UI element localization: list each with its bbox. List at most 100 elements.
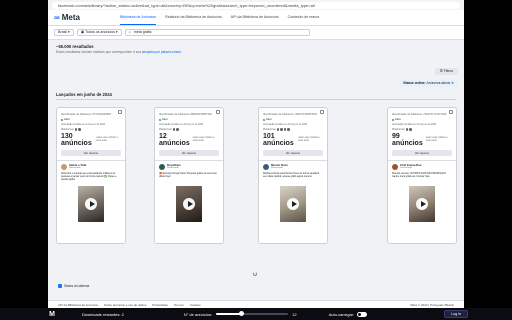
ads-count-slider[interactable] [216,311,289,316]
platforms: Plataformas [61,128,121,131]
status-chip[interactable]: Status online: Anúncios ativos ✕ [399,80,458,87]
facebook-icon [172,128,176,131]
ad-card[interactable]: Identificação da biblioteca: 74903719358… [258,107,328,244]
sponsored-label: Patrocinado [271,167,283,170]
instagram-icon [78,128,81,131]
footer-link-cookies[interactable]: Cookies [190,303,201,307]
start-date: Veiculação iniciada em 19 de jun de 2024 [263,123,308,126]
platforms-label: Plataformas [263,128,276,131]
ads-count-note: usam esse criativo e esse texto [192,136,215,142]
system-status[interactable]: Status do sistema [58,284,89,288]
advertiser-avatar[interactable] [159,164,165,170]
footer-link-about-ads[interactable]: Sobre anúncios e uso de dados [104,303,146,307]
filters-button[interactable]: ☰ Filtros [434,68,458,75]
ad-card[interactable]: Identificação da biblioteca: 97479346489… [56,107,126,244]
card-checkbox[interactable] [449,110,453,114]
results-summary: ~50.000 resultados Esses resultados incl… [48,40,464,58]
advertiser-avatar[interactable] [61,164,67,170]
country-select[interactable]: Brasil ▾ [54,29,74,36]
play-icon[interactable] [416,198,428,210]
ad-video[interactable] [280,186,306,222]
ads-count-number: 12 anúncios [159,133,190,147]
ad-status: Ativo [263,118,323,121]
ads-count-number: 101 anúncios [263,133,294,147]
country-value: Brasil [58,30,67,34]
nav-ad-library-api[interactable]: API da Biblioteca de Anúncios [231,10,279,25]
active-dot-icon [263,118,265,121]
footer-link-privacy[interactable]: Privacidade [152,303,168,307]
instagram-icon [280,128,283,131]
filters-label: Filtros [443,69,453,73]
close-icon[interactable]: ✕ [451,81,454,85]
footer: API da Biblioteca de Anúncios Sobre anún… [48,300,464,308]
status-text: Ativo [64,118,70,121]
platforms-label: Plataformas [392,128,405,131]
ads-count-control: N° de anúncios: 12 [184,311,297,317]
nav-ad-library[interactable]: Biblioteca de Anúncios [119,10,157,25]
footer-link-terms[interactable]: Termos [174,303,184,307]
platforms: Plataformas [263,128,323,131]
ad-card[interactable]: Identificação da biblioteca: 85802815885… [154,107,224,244]
nav-ad-library-report[interactable]: Relatório da Biblioteca de Anúncios [165,10,222,25]
card-checkbox[interactable] [118,110,122,114]
ads-count-note: usam esse criativo e esse texto [96,136,118,142]
advertiser[interactable]: RoyalCare Patrocinado [159,164,219,170]
ads-count: 12 anúncios usam esse criativo e esse tex… [159,133,219,147]
logo-text: Meta [61,13,80,22]
url-field[interactable]: facebook.com/ads/library/?active_status=… [52,1,460,9]
see-summary-button[interactable]: Ver resumo [263,150,323,156]
slider-handle[interactable] [239,311,245,316]
ads-count-number: 99 anúncios [392,133,423,147]
ads-count-value: 12 [292,311,297,317]
play-icon[interactable] [287,198,299,210]
keyword-search-link[interactable]: pesquisa por palavra-chave. [142,50,182,54]
ad-card[interactable]: Identificação da biblioteca: 79047871726… [387,107,457,244]
ad-video[interactable] [409,186,435,222]
ads-count-number: 130 anúncios [61,133,92,147]
advertiser[interactable]: Saúde e Vida Patrocinado [61,164,121,170]
filter-controls: ☰ Filtros Status online: Anúncios ativos… [399,68,458,87]
auto-load-control: Auto-carregar: [329,311,368,317]
divider [56,99,456,100]
start-date: Veiculação iniciada em 14 de jun de 2024 [61,123,106,126]
card-checkbox[interactable] [320,110,324,114]
footer-link-api[interactable]: API da Biblioteca de Anúncios [58,303,98,307]
category-value: Todos os anúncios [85,30,115,34]
login-button[interactable]: Log in [444,310,468,318]
status-icon [58,284,62,288]
ads-count: 101 anúncios usam esse criativo e esse te… [263,133,323,147]
browser-bar: facebook.com/ads/library/?active_status=… [48,0,464,10]
advertiser[interactable]: Chef Emma Doe Patrocinado [392,164,452,170]
ad-video[interactable] [176,186,202,222]
results-note: Esses resultados incluem criativos que c… [56,50,456,54]
ad-body-text: Melhores Dicas para Perder Peso de forma… [263,172,320,178]
card-divider [155,160,223,161]
top-nav: ∞ Meta Biblioteca de Anúncios Relatório … [48,10,464,26]
status-text: Ativo [395,118,401,121]
advertiser[interactable]: Mundo Novo Patrocinado [263,164,323,170]
see-summary-button[interactable]: Ver resumo [61,150,121,156]
ad-video[interactable] [78,186,104,222]
advertiser-avatar[interactable] [392,164,398,170]
facebook-icon [276,128,280,131]
play-icon[interactable] [85,198,97,210]
auto-load-toggle[interactable] [357,311,368,317]
play-icon[interactable] [183,198,195,210]
instagram-icon [409,128,412,131]
facebook-icon [405,128,409,131]
see-summary-button[interactable]: Ver resumo [392,150,452,156]
nav-branded-content[interactable]: Conteúdo de marca [288,10,320,25]
library-id: Identificação da biblioteca: 79047871726… [392,113,447,116]
search-input[interactable]: ⌕ meta grátis [124,29,310,36]
ads-count: 130 anúncios usam esse criativo e esse te… [61,133,121,147]
category-select[interactable]: ▣ Todos os anúncios ▾ [76,29,122,36]
see-summary-button[interactable]: Ver resumo [159,150,219,156]
library-id: Identificação da biblioteca: 97479346489… [61,113,112,116]
card-checkbox[interactable] [216,110,220,114]
system-status-label: Status do sistema [64,284,90,288]
platforms: Plataformas [159,128,219,131]
sponsored-label: Patrocinado [400,167,412,170]
sponsored-label: Patrocinado [167,167,179,170]
meta-logo[interactable]: ∞ Meta [54,13,80,22]
advertiser-avatar[interactable] [263,164,269,170]
